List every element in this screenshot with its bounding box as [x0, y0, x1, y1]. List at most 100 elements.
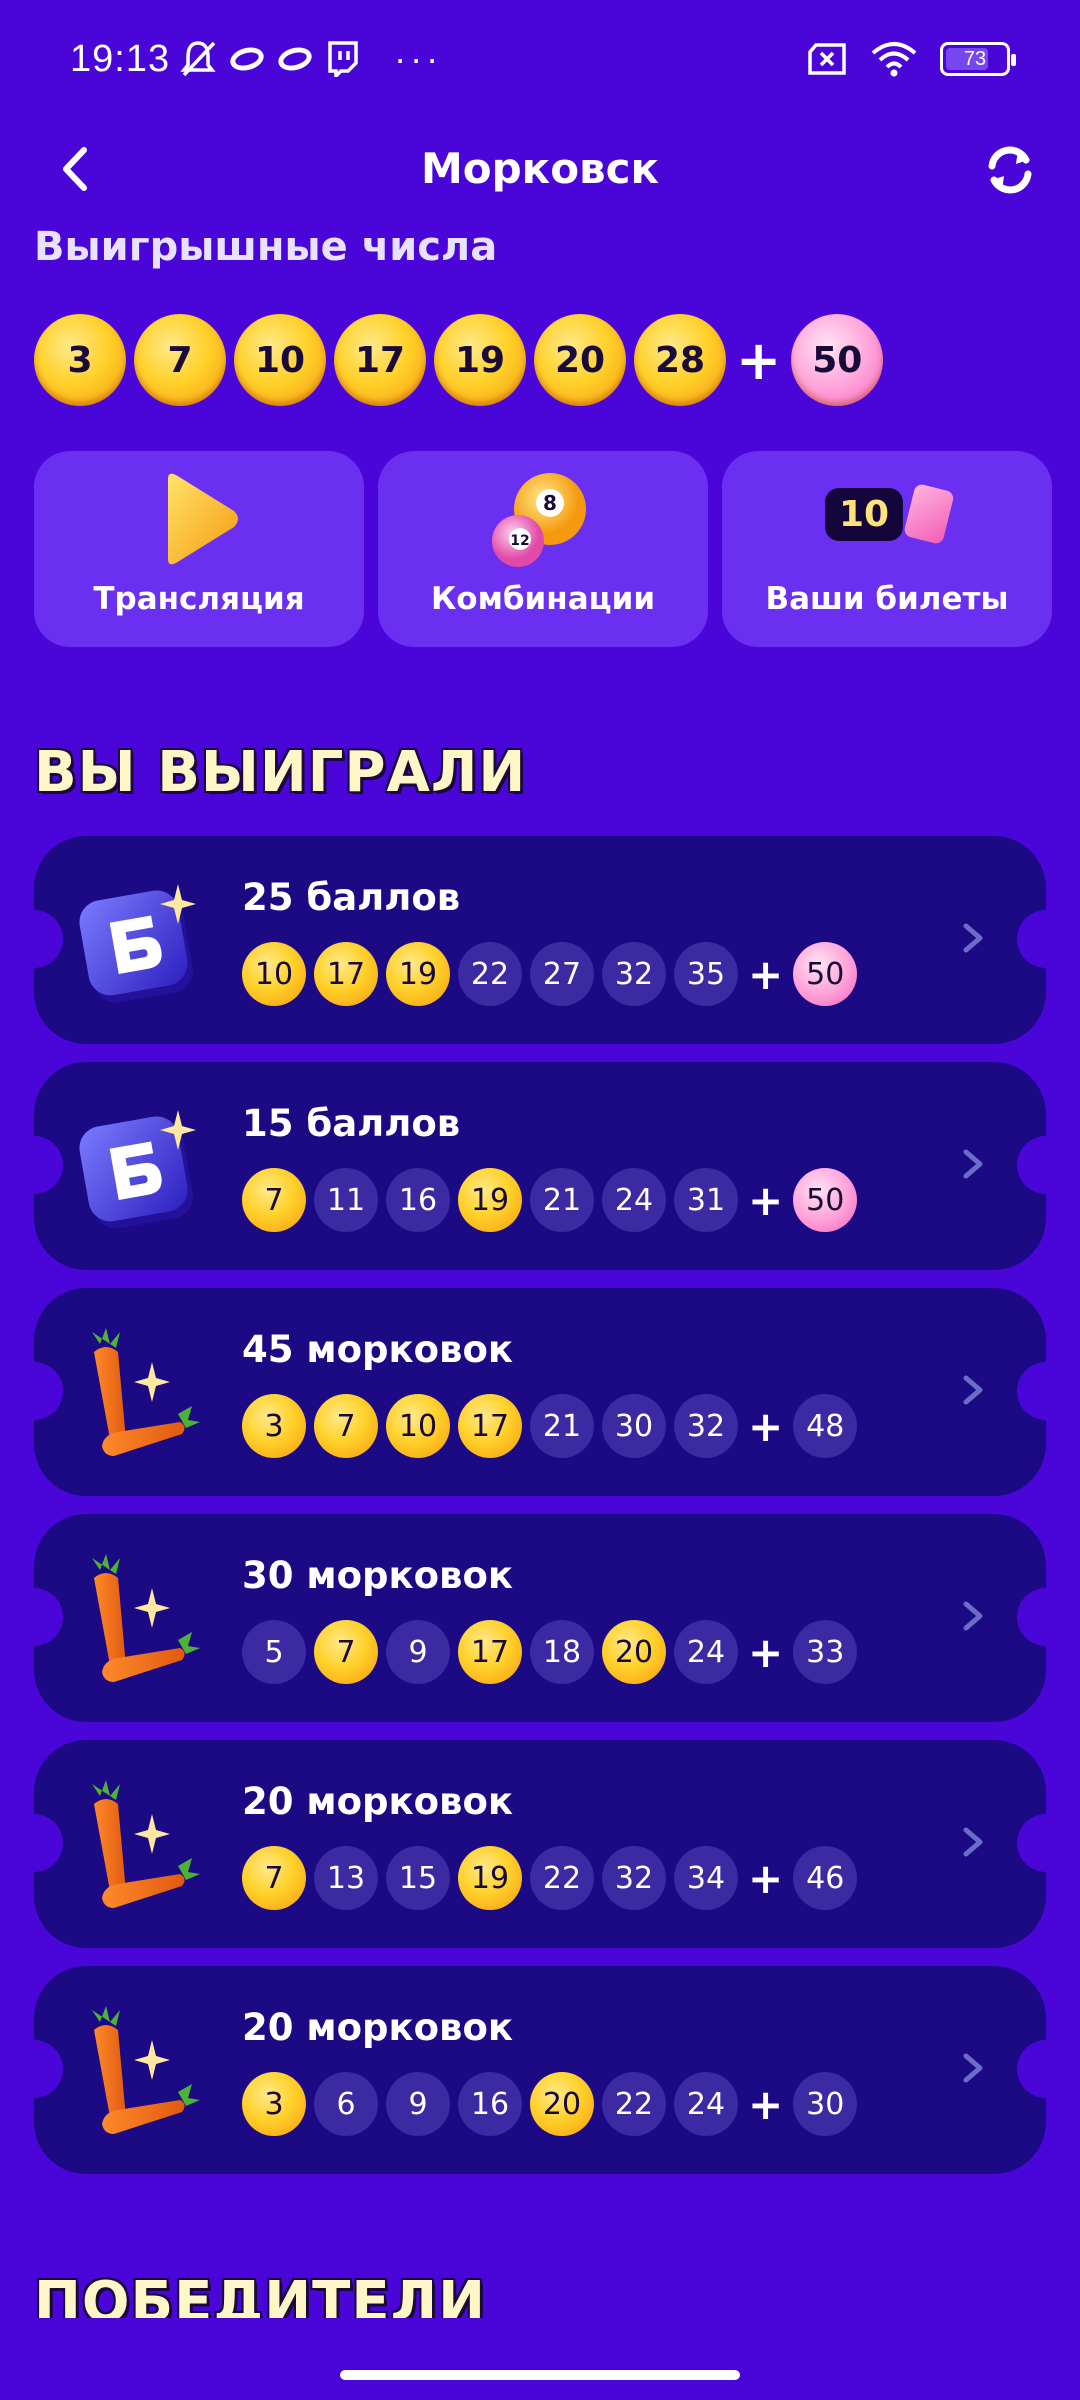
home-indicator[interactable] — [340, 2370, 740, 2380]
points-icon — [74, 870, 204, 1010]
matched-bonus-ball: 50 — [793, 942, 858, 1006]
battery-percent: 73 — [963, 47, 987, 70]
play-icon — [168, 473, 238, 565]
broadcast-button[interactable]: Трансляция — [34, 451, 364, 647]
prize-title: 30 морковок — [242, 1554, 513, 1597]
matched-ball: 7 — [242, 1846, 306, 1910]
ticket-ball: 32 — [602, 1846, 666, 1910]
matched-ball: 20 — [530, 2072, 594, 2136]
ticket-ball: 18 — [530, 1620, 594, 1684]
winning-numbers-row: 3 7 10 17 19 20 28 +50 — [34, 314, 884, 406]
prize-title: 25 баллов — [242, 876, 461, 919]
bonus-ball: 30 — [793, 2072, 858, 2136]
winning-ball: 3 — [34, 314, 126, 406]
combinations-button[interactable]: 8 12 Комбинации — [378, 451, 708, 647]
carrot-icon — [74, 1548, 204, 1688]
matched-ball: 7 — [314, 1394, 378, 1458]
loop-icon — [227, 43, 267, 75]
ticket-ball: 11 — [314, 1168, 378, 1232]
svg-text:8: 8 — [543, 491, 557, 515]
matched-ball: 10 — [242, 942, 306, 1006]
ticket-ball: 22 — [602, 2072, 666, 2136]
ticket-ball: 15 — [386, 1846, 450, 1910]
status-time: 19:13 — [70, 37, 171, 80]
ticket-ball: 31 — [674, 1168, 738, 1232]
prize-list: 25 баллов 10 17 19 22 27 32 35 +50 15 баллов 7 11 16… — [5, 836, 1075, 2192]
matched-bonus-ball: 50 — [793, 1168, 858, 1232]
winning-ball: 20 — [534, 314, 626, 406]
ticket-numbers: 5 7 9 17 18 20 24 +33 — [242, 1620, 858, 1684]
ticket-ball: 5 — [242, 1620, 306, 1684]
sim-off-icon — [808, 43, 846, 75]
ticket-ball: 9 — [386, 1620, 450, 1684]
chevron-right-icon — [963, 1827, 983, 1857]
refresh-icon[interactable] — [980, 140, 1040, 200]
ticket-numbers: 3 6 9 16 20 22 24 +30 — [242, 2072, 858, 2136]
prize-card[interactable]: 30 морковок 5 7 9 17 18 20 24 +33 — [5, 1514, 1075, 1722]
wifi-icon — [871, 42, 917, 77]
your-tickets-label: Ваши билеты — [765, 581, 1009, 617]
status-bar: 19:13 ··· 73 — [0, 0, 1080, 118]
prize-title: 20 морковок — [242, 1780, 513, 1823]
loop-icon — [275, 43, 315, 75]
ticket-ball: 30 — [602, 1394, 666, 1458]
chevron-right-icon — [963, 1375, 983, 1405]
prize-title: 15 баллов — [242, 1102, 461, 1145]
ticket-count: 10 — [824, 487, 904, 541]
prize-card[interactable]: 20 морковок 3 6 9 16 20 22 24 +30 — [5, 1966, 1075, 2174]
prize-card[interactable]: 20 морковок 7 13 15 19 22 32 34 +46 — [5, 1740, 1075, 1948]
chevron-right-icon — [963, 1149, 983, 1179]
carrot-icon — [74, 1322, 204, 1462]
more-notifications-icon: ··· — [394, 38, 443, 79]
prize-card[interactable]: 25 баллов 10 17 19 22 27 32 35 +50 — [5, 836, 1075, 1044]
chevron-right-icon — [963, 2053, 983, 2083]
ticket-ball: 21 — [530, 1168, 594, 1232]
page-title: Морковск — [420, 143, 660, 193]
matched-ball: 10 — [386, 1394, 450, 1458]
lottery-balls-icon: 8 12 — [492, 473, 586, 567]
points-icon — [74, 1096, 204, 1236]
chevron-right-icon — [963, 1601, 983, 1631]
ticket-ball: 32 — [674, 1394, 738, 1458]
svg-text:12: 12 — [510, 533, 529, 549]
prize-title: 20 морковок — [242, 2006, 513, 2049]
plus-sign: + — [748, 2079, 784, 2129]
your-tickets-button[interactable]: 10 Ваши билеты — [722, 451, 1052, 647]
plus-sign: + — [748, 949, 784, 999]
ticket-ball: 6 — [314, 2072, 378, 2136]
ticket-ball: 16 — [386, 1168, 450, 1232]
carrot-icon — [74, 2000, 204, 2140]
results-content[interactable]: Выигрышные числа 3 7 10 17 19 20 28 +50 Трансля… — [0, 218, 1080, 2318]
winning-ball: 10 — [234, 314, 326, 406]
plus-sign: + — [736, 328, 782, 392]
prize-card[interactable]: 15 баллов 7 11 16 19 21 24 31 +50 — [5, 1062, 1075, 1270]
ticket-ball: 24 — [674, 1620, 738, 1684]
prize-card[interactable]: 45 морковок 3 7 10 17 21 30 32 +48 — [5, 1288, 1075, 1496]
winning-numbers-label: Выигрышные числа — [34, 224, 498, 270]
ticket-ball: 27 — [530, 942, 594, 1006]
bonus-ball: 50 — [791, 314, 884, 406]
ticket-ball: 34 — [674, 1846, 738, 1910]
winning-ball: 19 — [434, 314, 526, 406]
plus-sign: + — [748, 1401, 784, 1451]
matched-ball: 17 — [458, 1620, 522, 1684]
matched-ball: 17 — [314, 942, 378, 1006]
bonus-ball: 33 — [793, 1620, 858, 1684]
ticket-ball: 13 — [314, 1846, 378, 1910]
ticket-ball: 9 — [386, 2072, 450, 2136]
back-arrow-icon[interactable] — [52, 144, 102, 194]
plus-sign: + — [748, 1175, 784, 1225]
ticket-numbers: 7 13 15 19 22 32 34 +46 — [242, 1846, 858, 1910]
matched-ball: 19 — [458, 1168, 522, 1232]
matched-ball: 20 — [602, 1620, 666, 1684]
matched-ball: 7 — [242, 1168, 306, 1232]
top-app-bar: Морковск — [0, 118, 1080, 218]
winning-ball: 28 — [634, 314, 726, 406]
carrot-icon — [74, 1774, 204, 1914]
ticket-ball: 16 — [458, 2072, 522, 2136]
ticket-shape — [903, 482, 955, 546]
action-cards: Трансляция 8 12 Комбинации 10 Ваши билет… — [34, 451, 1052, 647]
twitch-icon — [328, 41, 358, 77]
ticket-ball: 22 — [458, 942, 522, 1006]
broadcast-label: Трансляция — [93, 581, 305, 617]
